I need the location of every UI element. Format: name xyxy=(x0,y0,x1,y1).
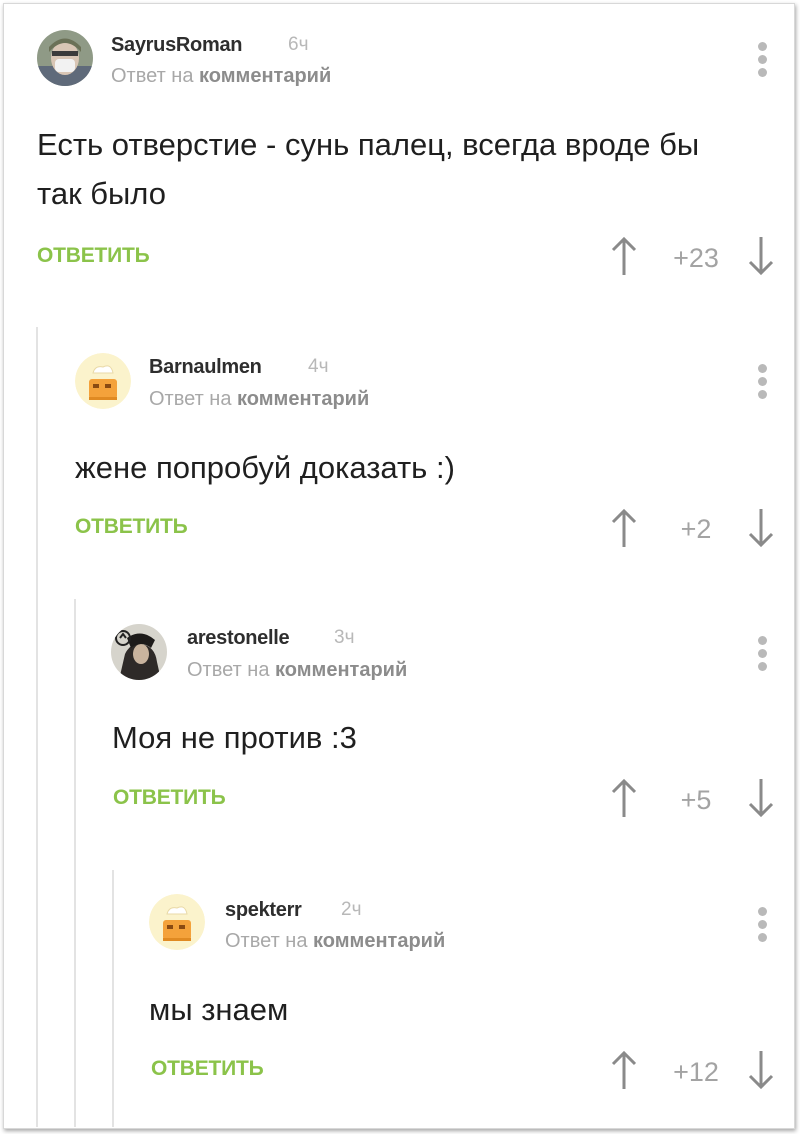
reply-to-prefix: Ответ на xyxy=(225,930,308,952)
thread-line-level-3 xyxy=(112,870,114,1127)
reply-button[interactable]: ОТВЕТИТЬ xyxy=(151,1057,264,1081)
reply-to-link[interactable]: комментарий xyxy=(313,930,445,952)
downvote-arrow-icon[interactable] xyxy=(746,507,776,549)
reply-to-prefix: Ответ на xyxy=(111,65,194,87)
downvote-arrow-icon[interactable] xyxy=(746,235,776,277)
comment-text-line: жене попробуй доказать :) xyxy=(75,450,455,485)
reply-button[interactable]: ОТВЕТИТЬ xyxy=(75,515,188,539)
more-vertical-icon[interactable] xyxy=(755,42,769,78)
vote-score: +2 xyxy=(680,514,712,544)
avatar[interactable] xyxy=(111,624,167,680)
more-vertical-icon[interactable] xyxy=(755,636,769,672)
username[interactable]: arestonelle xyxy=(187,627,290,650)
reply-to-link[interactable]: комментарий xyxy=(199,65,331,87)
comment-text-line: мы знаем xyxy=(149,992,289,1027)
upvote-arrow-icon[interactable] xyxy=(609,507,639,549)
reply-to-link[interactable]: комментарий xyxy=(275,659,407,681)
comment-time: 6ч xyxy=(288,34,309,55)
downvote-arrow-icon[interactable] xyxy=(746,1049,776,1091)
vote-score: +5 xyxy=(680,785,712,815)
thread-line-level-2 xyxy=(74,599,76,1127)
reply-to-line: Ответ на комментарий xyxy=(225,930,445,953)
username[interactable]: SayrusRoman xyxy=(111,34,243,57)
username[interactable]: Barnaulmen xyxy=(149,356,262,379)
thread-line-level-1 xyxy=(36,327,38,1127)
avatar[interactable] xyxy=(37,30,93,86)
reply-button[interactable]: ОТВЕТИТЬ xyxy=(113,786,226,810)
reply-button[interactable]: ОТВЕТИТЬ xyxy=(37,244,150,268)
username[interactable]: spekterr xyxy=(225,899,302,922)
reply-to-line: Ответ на комментарий xyxy=(111,65,331,88)
avatar[interactable] xyxy=(149,894,205,950)
more-vertical-icon[interactable] xyxy=(755,907,769,943)
reply-to-line: Ответ на комментарий xyxy=(149,388,369,411)
avatar[interactable] xyxy=(75,353,131,409)
comment-text-line: Есть отверстие - сунь палец, всегда врод… xyxy=(37,127,700,162)
vote-score: +12 xyxy=(673,1057,719,1087)
reply-to-link[interactable]: комментарий xyxy=(237,388,369,410)
comment-time: 3ч xyxy=(334,627,355,648)
upvote-arrow-icon[interactable] xyxy=(609,1049,639,1091)
upvote-arrow-icon[interactable] xyxy=(609,777,639,819)
comment-time: 4ч xyxy=(308,356,329,377)
downvote-arrow-icon[interactable] xyxy=(746,777,776,819)
vote-score: +23 xyxy=(673,243,719,273)
reply-to-prefix: Ответ на xyxy=(187,659,270,681)
comment-time: 2ч xyxy=(341,899,362,920)
comment-text-line: так было xyxy=(37,176,166,211)
reply-to-line: Ответ на комментарий xyxy=(187,659,407,682)
more-vertical-icon[interactable] xyxy=(755,364,769,400)
upvote-arrow-icon[interactable] xyxy=(609,235,639,277)
comment-thread: SayrusRoman 6ч Ответ на комментарий Есть… xyxy=(3,3,795,1129)
comment-text-line: Моя не против :3 xyxy=(112,720,357,755)
reply-to-prefix: Ответ на xyxy=(149,388,232,410)
